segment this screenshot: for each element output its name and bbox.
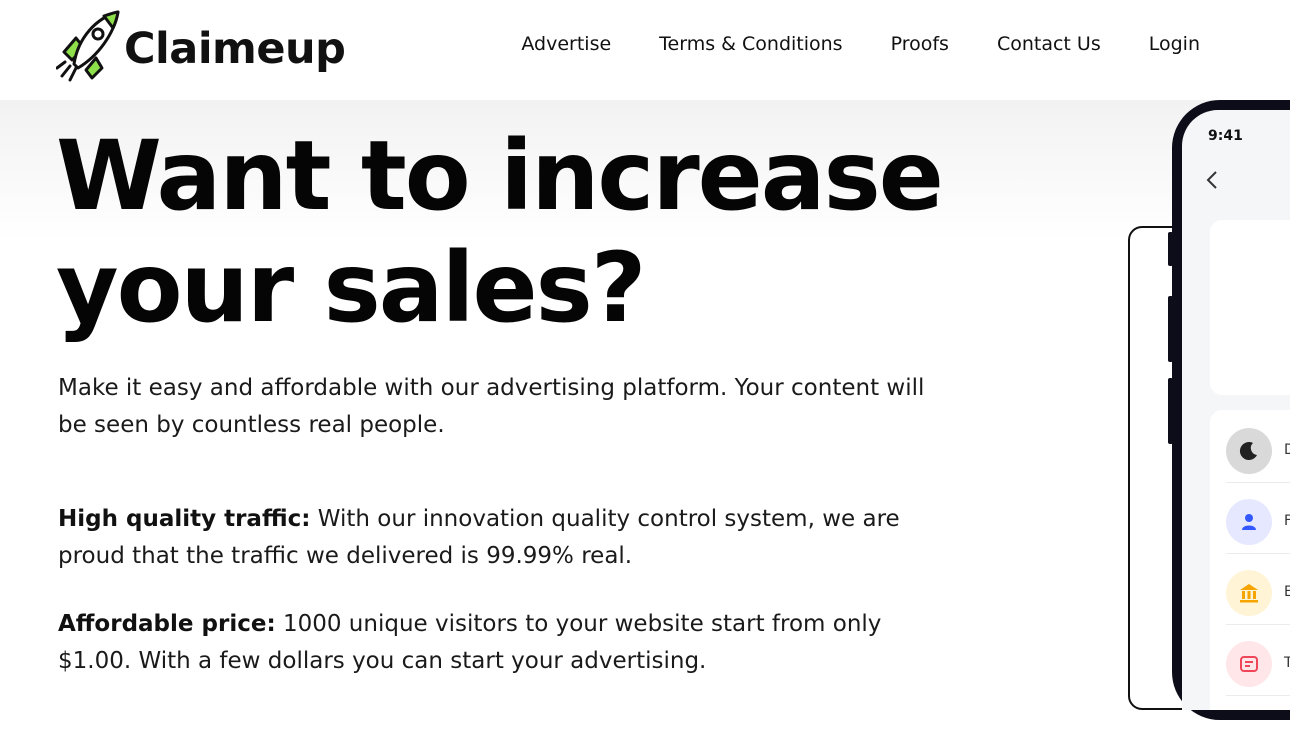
hero-headline: Want to increase your sales?: [56, 120, 956, 344]
bank-icon: [1226, 570, 1272, 616]
profile-card: [1210, 220, 1290, 395]
feature-title: Affordable price:: [58, 611, 276, 637]
feature-traffic: High quality traffic: With our innovatio…: [58, 501, 958, 575]
brand-name: Claimeup: [124, 24, 346, 74]
site-header: Claimeup Advertise Terms & Conditions Pr…: [0, 0, 1290, 100]
status-time: 9:41: [1208, 128, 1243, 144]
main-nav: Advertise Terms & Conditions Proofs Cont…: [521, 33, 1200, 55]
headline-line-2: your sales?: [56, 232, 646, 344]
feature-price: Affordable price: 1000 unique visitors t…: [58, 606, 958, 680]
settings-row-label: D: [1284, 442, 1290, 458]
nav-proofs[interactable]: Proofs: [891, 33, 949, 55]
nav-login[interactable]: Login: [1149, 33, 1200, 55]
user-icon: [1226, 499, 1272, 545]
settings-row[interactable]: F: [1226, 493, 1290, 554]
settings-row-label: E: [1284, 584, 1290, 600]
settings-row[interactable]: D: [1226, 422, 1290, 483]
nav-terms-conditions[interactable]: Terms & Conditions: [659, 33, 842, 55]
moon-icon: [1226, 428, 1272, 474]
settings-row[interactable]: E: [1226, 564, 1290, 625]
nav-advertise[interactable]: Advertise: [521, 33, 611, 55]
nav-contact-us[interactable]: Contact Us: [997, 33, 1101, 55]
brand-logo[interactable]: Claimeup: [56, 8, 346, 84]
feature-title: High quality traffic:: [58, 506, 311, 532]
back-chevron-icon: [1206, 170, 1218, 196]
rocket-icon: [56, 10, 120, 82]
ticket-icon: [1226, 641, 1272, 687]
settings-row-label: F: [1284, 513, 1290, 529]
settings-list: D F E T: [1210, 410, 1290, 710]
hero-description: Make it easy and affordable with our adv…: [58, 375, 925, 438]
settings-row-label: T: [1284, 655, 1290, 671]
headline-line-1: Want to increase: [56, 120, 944, 232]
phone-screen: 9:41 D F E T: [1182, 110, 1290, 710]
settings-row[interactable]: T: [1226, 635, 1290, 696]
